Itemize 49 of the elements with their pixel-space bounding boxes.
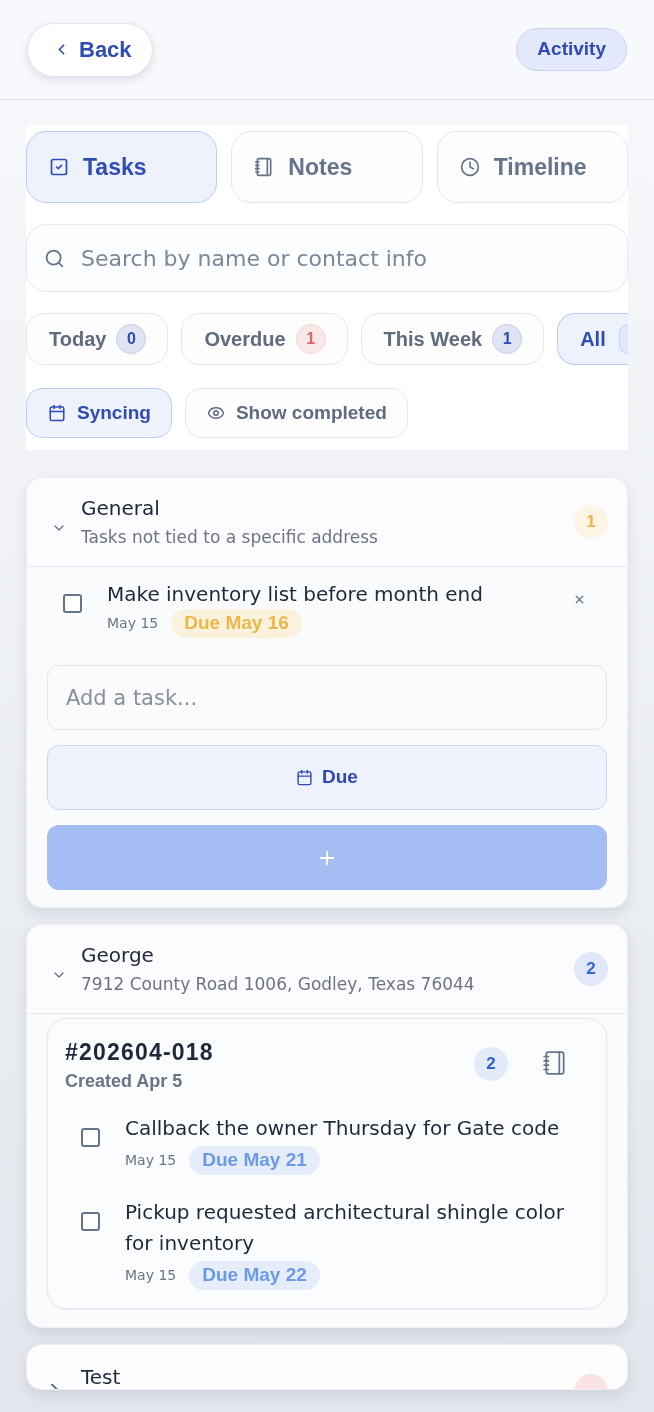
count-badge: 0 [116, 324, 147, 354]
filter-chip[interactable]: Today 0 [26, 313, 169, 365]
calendar-icon [48, 404, 66, 422]
section-subtitle: 7912 County Road 1006, Godley, Texas 76044 [81, 973, 475, 995]
back-button[interactable]: Back [27, 22, 153, 77]
count-badge: 1 [295, 324, 326, 354]
add-task-field[interactable]: Add a task... [47, 665, 607, 730]
filter-chip[interactable]: Overdue 1 [181, 313, 348, 365]
checkbox[interactable] [63, 594, 82, 613]
filter-chip[interactable]: This Week 1 [360, 313, 545, 365]
eye-icon [206, 404, 225, 422]
section-title: Test [81, 1364, 121, 1389]
created-date: May 15 [107, 614, 159, 633]
filter-chip[interactable]: All [557, 313, 628, 365]
toggle-chip[interactable]: Syncing [26, 388, 172, 438]
activity-button[interactable]: Activity [516, 28, 627, 71]
section-title: George [81, 943, 155, 968]
checkbox[interactable] [81, 1128, 100, 1147]
job-number: #202604-018 [65, 1038, 214, 1066]
clock-icon [459, 157, 480, 177]
tab[interactable]: Notes [231, 131, 423, 203]
due-date-button[interactable]: Due [47, 745, 607, 810]
search-icon [44, 248, 65, 269]
count-badge: 2 [474, 1047, 508, 1081]
calendar-icon [296, 769, 314, 786]
task-title: Callback the owner Thursday for Gate code [125, 1115, 560, 1142]
count-badge: 1 [492, 324, 523, 354]
created-date: May 15 [125, 1266, 177, 1285]
job-created-date: Created Apr 5 [65, 1070, 183, 1092]
count-badge: 2 [574, 952, 608, 986]
notebook-icon[interactable] [542, 1048, 568, 1078]
chevron-right-icon[interactable] [51, 1384, 59, 1389]
close-icon[interactable] [573, 593, 586, 606]
created-date: May 15 [125, 1151, 177, 1170]
task-title: Pickup requested architectural shingle color for inventory [125, 1199, 566, 1257]
tab[interactable]: Timeline [436, 131, 628, 203]
due-date-tag: Due May 22 [189, 1261, 320, 1290]
toggle-chip[interactable]: Show completed [184, 388, 408, 438]
section-subtitle: Tasks not tied to a specific address [81, 526, 378, 548]
notebook-icon [254, 157, 275, 177]
search-field[interactable]: Search by name or contact info [26, 224, 628, 292]
due-date-tag: Due May 21 [189, 1146, 320, 1175]
due-date-tag: Due May 16 [171, 609, 302, 638]
count-badge: 1 [574, 505, 608, 539]
checkbox[interactable] [81, 1212, 100, 1231]
section-title: General [81, 496, 161, 521]
check-square-icon [49, 157, 69, 177]
tab[interactable]: Tasks [26, 131, 218, 203]
task-title: Make inventory list before month end [107, 581, 483, 607]
